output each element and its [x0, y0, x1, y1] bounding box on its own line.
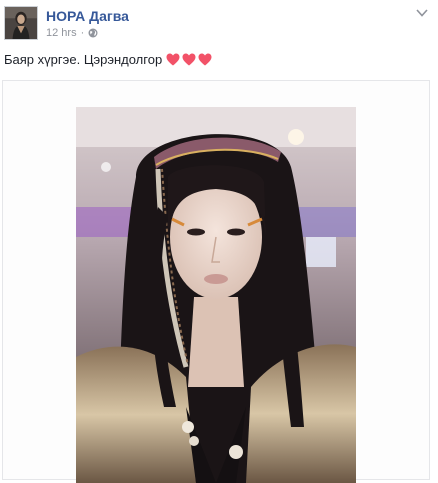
post-photo[interactable] — [76, 107, 356, 483]
chevron-down-icon[interactable] — [416, 8, 428, 18]
feed-post: НОРА Дагва 12 hrs · Баяр хүргэе. Цэрэндо… — [0, 0, 438, 483]
avatar-image — [5, 7, 37, 39]
post-timestamp[interactable]: 12 hrs — [46, 27, 77, 39]
globe-icon[interactable] — [88, 28, 98, 38]
heart-icon — [182, 53, 196, 66]
post-message-text: Баяр хүргэе. Цэрэндолгор — [4, 52, 163, 67]
post-meta: 12 hrs · — [46, 27, 98, 39]
heart-icon — [166, 53, 180, 66]
author-avatar[interactable] — [4, 6, 38, 40]
heart-icon — [198, 53, 212, 66]
heart-emoji-group — [166, 53, 212, 66]
photo-image — [76, 107, 356, 483]
post-message: Баяр хүргэе. Цэрэндолгор — [4, 52, 212, 67]
photo-container — [2, 80, 430, 483]
meta-separator: · — [80, 27, 85, 39]
author-name[interactable]: НОРА Дагва — [46, 8, 129, 24]
